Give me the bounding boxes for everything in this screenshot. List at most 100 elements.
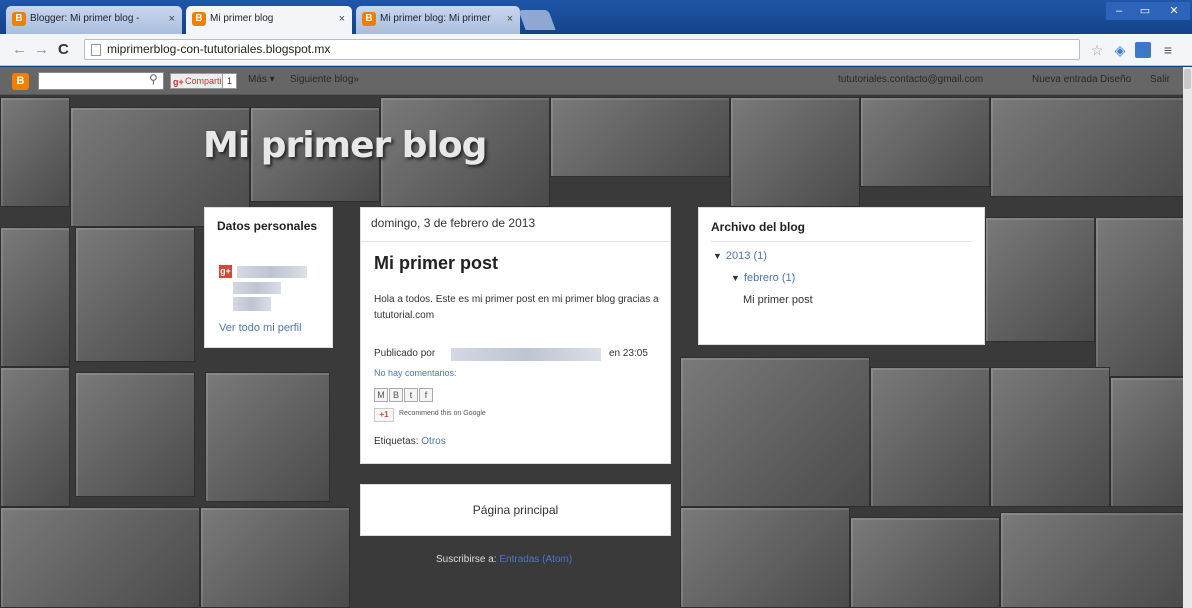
google-plus-one-button[interactable]: +1 (374, 408, 394, 422)
extension-icon[interactable]: ◈ (1112, 42, 1128, 58)
star-icon[interactable]: ☆ (1089, 42, 1105, 58)
background-block (1095, 217, 1185, 377)
blogger-icon: B (362, 12, 376, 26)
subscribe-line: Suscribirse a: Entradas (Atom) (436, 554, 572, 565)
search-icon[interactable]: ⚲ (149, 72, 158, 86)
twitter-icon[interactable]: t (404, 388, 418, 402)
share-buttons: M B t f (374, 388, 433, 402)
home-page-link[interactable]: Página principal (360, 484, 671, 536)
post-labels: Etiquetas: Otros (374, 436, 446, 447)
background-block (550, 97, 730, 177)
page-icon (91, 44, 101, 56)
background-block (860, 97, 990, 187)
new-post-link[interactable]: Nueva entrada (1032, 74, 1098, 85)
background-block (0, 97, 70, 207)
reload-icon[interactable]: C (58, 41, 69, 58)
forward-icon[interactable]: → (34, 41, 49, 58)
blogger-icon: B (192, 12, 206, 26)
url-text: miprimerblog-con-tututoriales.blogspot.m… (107, 42, 331, 56)
blogthis-icon[interactable]: B (389, 388, 403, 402)
background-block (1000, 512, 1185, 608)
profile-heading: Datos personales (217, 219, 318, 233)
scrollbar-thumb[interactable] (1184, 69, 1191, 89)
redacted-name (233, 297, 271, 311)
share-count: 1 (222, 73, 237, 89)
facebook-icon[interactable]: f (419, 388, 433, 402)
label-link[interactable]: Otros (421, 436, 445, 447)
blog-search-input[interactable] (38, 72, 164, 90)
archive-year-label: 2013 (1) (725, 250, 767, 262)
close-icon[interactable]: × (169, 6, 175, 32)
labels-heading: Etiquetas: (374, 436, 419, 447)
post-title[interactable]: Mi primer post (374, 253, 498, 274)
blogger-icon[interactable]: B (12, 73, 29, 90)
background-block (75, 372, 195, 497)
background-block (680, 357, 870, 507)
redacted-name (237, 266, 307, 278)
background-block (680, 507, 850, 608)
background-block (200, 507, 350, 608)
minimize-button[interactable]: – (1106, 2, 1132, 20)
blog-post: domingo, 3 de febrero de 2013 Mi primer … (360, 207, 671, 464)
archive-month[interactable]: ▼ febrero (1) (731, 272, 795, 284)
view-profile-link[interactable]: Ver todo mi perfil (219, 322, 302, 334)
background-block (0, 227, 70, 367)
blog-title[interactable]: Mi primer blog (203, 125, 487, 166)
close-window-button[interactable]: ✕ (1158, 2, 1190, 20)
post-date: domingo, 3 de febrero de 2013 (361, 208, 670, 242)
tab-blogger[interactable]: B Blogger: Mi primer blog - × (6, 6, 182, 34)
background-block (990, 367, 1110, 507)
scrollbar[interactable] (1183, 67, 1192, 608)
sign-out-link[interactable]: Salir (1150, 74, 1170, 85)
share-button[interactable]: g+ Compartir (170, 73, 230, 89)
tab-mi-primer-post[interactable]: B Mi primer blog: Mi primer × (356, 6, 520, 34)
subscribe-label: Suscribirse a: (436, 554, 497, 565)
close-icon[interactable]: × (339, 6, 345, 32)
blogger-icon: B (12, 12, 26, 26)
atom-feed-link[interactable]: Entradas (Atom) (499, 554, 572, 565)
google-plus-one-text: Recommend this on Google (399, 410, 486, 417)
archive-year[interactable]: ▼ 2013 (1) (713, 250, 767, 262)
design-link[interactable]: Diseño (1100, 74, 1131, 85)
page-content: B ⚲ g+ Compartir 1 Más ▾ Siguiente blog»… (0, 67, 1192, 608)
next-blog-link[interactable]: Siguiente blog» (290, 74, 359, 85)
divider (711, 241, 972, 242)
background-block (75, 227, 195, 362)
post-body: Hola a todos. Este es mi primer post en … (374, 294, 659, 321)
tab-label: Mi primer blog: Mi primer (380, 13, 491, 24)
google-plus-icon: g+ (173, 77, 184, 87)
extension-icon[interactable] (1135, 42, 1151, 58)
back-icon[interactable]: ← (12, 41, 27, 58)
close-icon[interactable]: × (507, 6, 513, 32)
email-share-icon[interactable]: M (374, 388, 388, 402)
new-tab-button[interactable] (518, 10, 556, 30)
archive-heading: Archivo del blog (711, 220, 806, 234)
post-author-label: Publicado por (374, 348, 436, 359)
google-plus-icon: g+ (219, 265, 232, 278)
blog-archive-widget: Archivo del blog ▼ 2013 (1) ▼ febrero (1) … (698, 207, 985, 345)
more-menu[interactable]: Más ▾ (248, 74, 275, 85)
maximize-button[interactable]: ▭ (1132, 2, 1158, 20)
address-bar[interactable]: miprimerblog-con-tututoriales.blogspot.m… (84, 39, 1080, 60)
background-block (870, 367, 990, 507)
blogger-navbar: B ⚲ g+ Compartir 1 Más ▾ Siguiente blog»… (0, 67, 1192, 95)
share-label: Compartir (185, 76, 225, 86)
browser-titlebar: B Blogger: Mi primer blog - × B Mi prime… (0, 0, 1192, 35)
background-block (1110, 377, 1185, 507)
tab-label: Blogger: Mi primer blog - (30, 13, 140, 24)
post-time[interactable]: en 23:05 (609, 348, 648, 359)
redacted-name (233, 282, 281, 294)
tab-mi-primer-blog[interactable]: B Mi primer blog × (186, 6, 352, 35)
menu-icon[interactable]: ≡ (1160, 42, 1176, 58)
archive-post-link[interactable]: Mi primer post (743, 294, 813, 306)
background-block (990, 97, 1190, 197)
triangle-down-icon: ▼ (713, 251, 722, 261)
browser-toolbar: ← → C miprimerblog-con-tututoriales.blog… (0, 34, 1192, 66)
background-block (0, 507, 200, 608)
background-block (985, 217, 1095, 342)
redacted-author (451, 348, 601, 361)
tab-label: Mi primer blog (210, 13, 274, 24)
background-block (850, 517, 1000, 608)
comments-link[interactable]: No hay comentarios: (374, 368, 457, 378)
triangle-down-icon: ▼ (731, 273, 740, 283)
